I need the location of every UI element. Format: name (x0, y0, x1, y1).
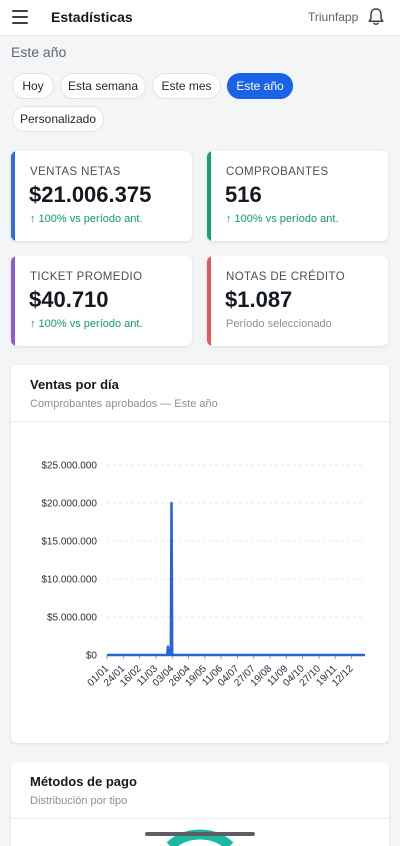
kpi-comprobantes[interactable]: COMPROBANTES 516 ↑ 100% vs período ant. (207, 151, 388, 241)
y-tick-label: $10.000.000 (41, 575, 97, 586)
period-label: Este año (11, 44, 67, 60)
kpi-ticket-promedio[interactable]: TICKET PROMEDIO $40.710 ↑ 100% vs períod… (11, 256, 192, 346)
y-tick-label: $15.000.000 (41, 537, 97, 548)
y-tick-label: $25.000.000 (41, 461, 97, 472)
filter-chip-este-mes[interactable]: Este mes (152, 73, 221, 99)
kpi-value: 516 (225, 182, 262, 207)
filter-chip-esta-semana[interactable]: Esta semana (60, 73, 146, 99)
home-indicator (145, 832, 255, 836)
kpi-accent-bar (207, 256, 211, 346)
y-tick-label: $5.000.000 (47, 613, 97, 624)
kpi-value: $1.087 (225, 287, 293, 312)
kpi-value: $40.710 (29, 287, 109, 312)
filter-chip-este-ano[interactable]: Este año (227, 73, 293, 99)
donut-segment (166, 829, 234, 846)
kpi-label: NOTAS DE CRÉDITO (226, 271, 346, 283)
kpi-trend: ↑ 100% vs período ant. (30, 213, 143, 225)
kpi-notas-de-credito[interactable]: NOTAS DE CRÉDITO $1.087 Período seleccio… (207, 256, 388, 346)
kpi-trend: ↑ 100% vs período ant. (30, 318, 143, 330)
kpi-trend: ↑ 100% vs período ant. (226, 213, 339, 225)
sales-line-chart[interactable]: $0 $5.000.000 $10.000.000 $15.000.000 $20.00… (11, 365, 389, 743)
page-title: Estadísticas (51, 9, 133, 25)
bell-icon[interactable] (367, 7, 385, 27)
kpi-ventas-netas[interactable]: VENTAS NETAS $21.006.375 ↑ 100% vs perío… (11, 151, 192, 241)
y-tick-label: $0 (86, 651, 98, 662)
filter-chip-personalizado[interactable]: Personalizado (12, 106, 104, 132)
kpi-label: TICKET PROMEDIO (30, 271, 143, 283)
filter-chip-hoy[interactable]: Hoy (12, 73, 54, 99)
brand-name: Triunfapp (308, 10, 359, 24)
kpi-value: $21.006.375 (29, 182, 152, 207)
kpi-label: VENTAS NETAS (30, 166, 121, 178)
y-tick-label: $20.000.000 (41, 499, 97, 510)
kpi-accent-bar (11, 151, 15, 241)
app-bar: Estadísticas Triunfapp (0, 0, 400, 36)
kpi-period-note: Período seleccionado (226, 318, 332, 330)
kpi-accent-bar (11, 256, 15, 346)
kpi-accent-bar (207, 151, 211, 241)
menu-icon[interactable] (12, 10, 28, 24)
sales-chart-card: Ventas por día Comprobantes aprobados — … (11, 365, 389, 743)
kpi-label: COMPROBANTES (226, 166, 329, 178)
